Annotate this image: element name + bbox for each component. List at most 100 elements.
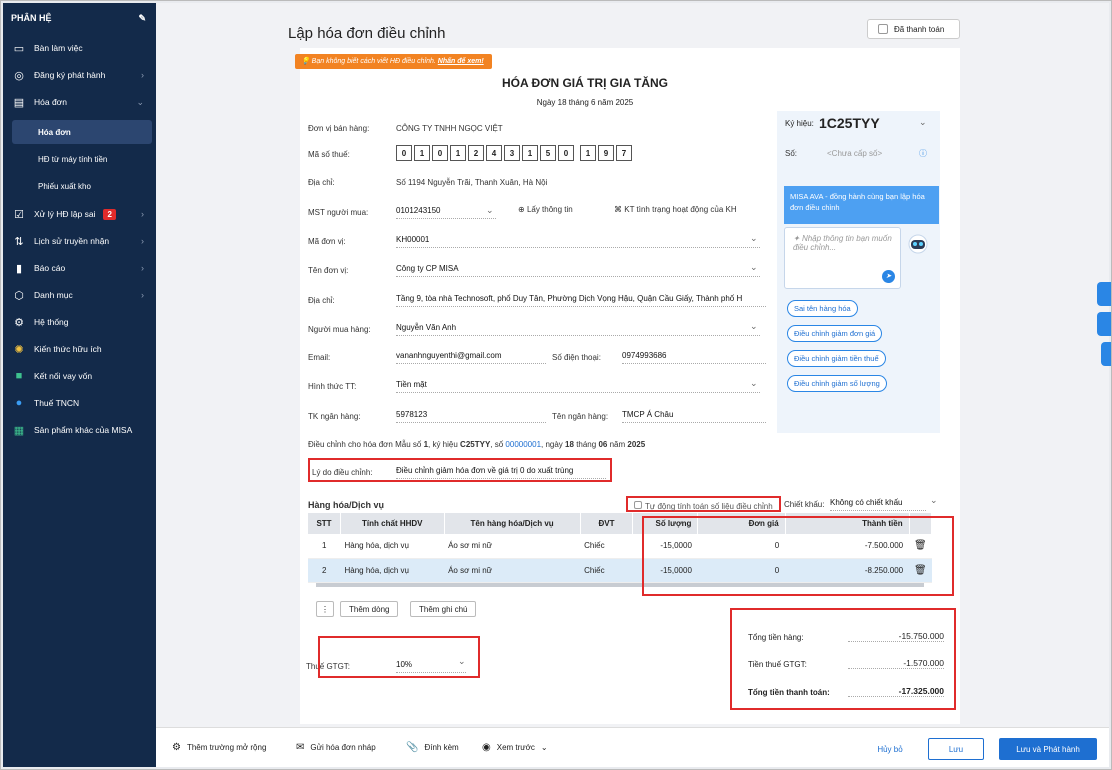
chip-reduce-quantity[interactable]: Điều chỉnh giảm số lượng: [787, 375, 887, 392]
side-expand-button[interactable]: [1101, 342, 1111, 366]
chevron-down-icon[interactable]: ⌄: [750, 262, 758, 273]
buyer-mst-value: 0101243150: [396, 206, 441, 215]
sidebar-subitem-warehouse[interactable]: Phiếu xuất kho: [3, 174, 156, 198]
chevron-down-icon[interactable]: ⌄: [919, 117, 927, 128]
check-status-button[interactable]: ⌘ KT tình trạng hoạt động của KH: [614, 205, 737, 214]
save-publish-button[interactable]: Lưu và Phát hành: [999, 738, 1097, 760]
adjust-year: 2025: [627, 440, 646, 449]
auto-calc-checkbox[interactable]: Tự động tính toán số liệu điều chỉnh: [626, 496, 781, 512]
add-row-button[interactable]: Thêm dòng: [340, 601, 399, 617]
cell-type[interactable]: Hàng hóa, dịch vụ: [340, 534, 445, 559]
chevron-down-icon[interactable]: ⌄: [750, 378, 758, 389]
lookup-label: Lấy thông tin: [526, 205, 573, 214]
buyer-email-field[interactable]: vananhnguyenthi@gmail.com: [396, 351, 546, 364]
chip-reduce-tax[interactable]: Điều chỉnh giảm tiền thuế: [787, 350, 886, 367]
chevron-right-icon: ›: [141, 70, 144, 80]
register-icon: ◎: [14, 69, 24, 82]
cell-unit[interactable]: Chiếc: [580, 534, 633, 559]
discount-label: Chiết khấu:: [784, 500, 825, 509]
cell-name[interactable]: Áo sơ mi nữ: [444, 534, 581, 559]
sidebar-item-report[interactable]: ▮ Báo cáo ›: [3, 255, 156, 281]
ava-chat-input[interactable]: ✦ Nhập thông tin bạn muốn điều chỉnh... ➤: [784, 227, 901, 289]
buyer-address-field[interactable]: Tầng 9, tòa nhà Technosoft, phố Duy Tân,…: [396, 294, 766, 307]
tip-link[interactable]: Nhấn để xem!: [438, 58, 484, 65]
bank-account-value: 5978123: [396, 410, 428, 419]
chevron-down-icon[interactable]: ⌄: [486, 205, 494, 216]
side-tool-button[interactable]: [1097, 282, 1111, 306]
symbol-value[interactable]: 1C25TYY: [819, 115, 880, 131]
sidebar-item-fix[interactable]: ☑ Xử lý HĐ lập sai 2 ›: [3, 201, 156, 227]
seller-tax-label: Mã số thuế:: [308, 150, 350, 159]
payment-method-value: Tiền mặt: [396, 380, 427, 389]
buyer-phone-value: 0974993686: [622, 351, 667, 360]
adjust-invoice-link[interactable]: 00000001: [505, 440, 541, 449]
chevron-down-icon[interactable]: ⌄: [750, 321, 758, 332]
payment-method-field[interactable]: Tiền mặt: [396, 380, 760, 393]
sidebar-subitem-pos-invoice[interactable]: HĐ từ máy tính tiền: [3, 147, 156, 171]
sidebar-item-category[interactable]: ⬡ Danh mục ›: [3, 282, 156, 308]
paid-checkbox[interactable]: Đã thanh toán: [867, 19, 960, 39]
attach-button[interactable]: 📎 Đính kèm: [406, 742, 459, 753]
sidebar-item-label: Hệ thống: [34, 317, 69, 327]
cancel-button[interactable]: Hủy bỏ: [872, 738, 908, 760]
sidebar-subitem-invoice[interactable]: Hóa đơn: [12, 120, 152, 144]
buyer-phone-field[interactable]: 0974993686: [622, 351, 766, 364]
bank-account-field[interactable]: 5978123: [396, 410, 546, 423]
tax-digit: 9: [598, 145, 614, 161]
sidebar-item-label: Thuế TNCN: [34, 398, 80, 408]
number-value: <Chưa cấp số>: [827, 149, 883, 158]
buyer-unitname-field[interactable]: Công ty CP MISA: [396, 264, 760, 277]
symbol-label: Ký hiệu:: [785, 119, 814, 128]
chevron-right-icon: ›: [141, 263, 144, 273]
adjust-month-label: tháng: [576, 440, 597, 449]
cell-type[interactable]: Hàng hóa, dịch vụ: [340, 558, 445, 583]
sidebar-item-knowledge[interactable]: ✺ Kiến thức hữu ích: [3, 336, 156, 362]
info-icon[interactable]: ⓘ: [919, 148, 927, 159]
chevron-down-icon[interactable]: ⌄: [930, 495, 938, 506]
adjust-month: 06: [598, 440, 608, 449]
cell-name[interactable]: Áo sơ mi nữ: [444, 558, 581, 583]
buyer-unitcode-field[interactable]: KH00001: [396, 235, 760, 248]
extend-label: Thêm trường mở rộng: [186, 743, 267, 752]
sidebar-item-label: Sản phẩm khác của MISA: [34, 425, 133, 435]
add-note-button[interactable]: Thêm ghi chú: [410, 601, 477, 617]
bank-name-field[interactable]: TMCP Á Châu: [622, 410, 766, 423]
chevron-down-icon[interactable]: ⌄: [750, 233, 758, 244]
send-draft-button[interactable]: ✉ Gửi hóa đơn nháp: [296, 742, 376, 753]
sidebar-item-tncn[interactable]: ● Thuế TNCN: [3, 390, 156, 416]
invoice-icon: ▤: [13, 96, 25, 109]
discount-field[interactable]: Không có chiết khấu: [830, 498, 926, 511]
buyer-email-value: vananhnguyenthi@gmail.com: [396, 351, 502, 360]
chat-icon[interactable]: [1097, 312, 1111, 336]
lookup-button[interactable]: ⊕ Lấy thông tin: [518, 205, 573, 214]
send-icon[interactable]: ➤: [882, 270, 895, 283]
seller-unit-value: CÔNG TY TNHH NGỌC VIỆT: [396, 124, 503, 133]
chip-wrong-name[interactable]: Sai tên hàng hóa: [787, 300, 858, 317]
sidebar-item-register[interactable]: ◎ Đăng ký phát hành ›: [3, 62, 156, 88]
sidebar-item-history[interactable]: ⇅ Lịch sử truyền nhận ›: [3, 228, 156, 254]
help-tip[interactable]: 💡 Bạn không biết cách viết HĐ điều chỉnh…: [295, 54, 492, 69]
extend-fields-button[interactable]: ⚙ Thêm trường mở rộng: [172, 742, 266, 753]
buyer-mst-field[interactable]: 0101243150: [396, 206, 496, 219]
edit-icon[interactable]: ✎: [138, 13, 146, 24]
cell-unit[interactable]: Chiếc: [580, 558, 633, 583]
adjust-symbol: C25TYY: [460, 440, 491, 449]
tax-digit: 5: [540, 145, 556, 161]
sidebar-item-system[interactable]: ⚙ Hệ thống: [3, 309, 156, 335]
save-button[interactable]: Lưu: [928, 738, 984, 760]
preview-button[interactable]: ◉ Xem trước ⌄: [482, 742, 548, 753]
adjust-date-label: , ngày: [541, 440, 563, 449]
sidebar-item-desk[interactable]: ▭ Bàn làm việc: [3, 35, 156, 61]
bulb-icon: 💡: [301, 58, 312, 65]
buyer-person-field[interactable]: Nguyễn Văn Anh: [396, 323, 760, 336]
tip-text: Bạn không biết cách viết HĐ điều chỉnh.: [311, 58, 436, 65]
sidebar-item-loan[interactable]: ■ Kết nối vay vốn: [3, 363, 156, 389]
sidebar-item-invoice[interactable]: ▤ Hóa đơn ⌄: [3, 89, 156, 115]
paperclip-icon: 📎: [406, 742, 419, 753]
sidebar-item-products[interactable]: ▦ Sản phẩm khác của MISA: [3, 417, 156, 443]
chip-reduce-price[interactable]: Điều chỉnh giảm đơn giá: [787, 325, 883, 342]
column-header: ĐVT: [580, 513, 634, 534]
more-options-button[interactable]: ⋮: [316, 601, 334, 617]
sidebar-item-label: Báo cáo: [34, 263, 66, 273]
seller-address-value: Số 1194 Nguyễn Trãi, Thanh Xuân, Hà Nội: [396, 178, 548, 187]
